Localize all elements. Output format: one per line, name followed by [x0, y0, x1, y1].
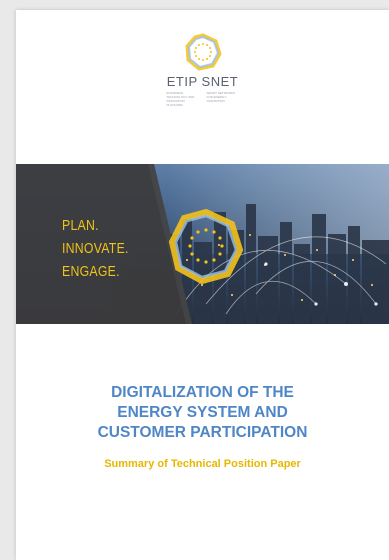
- slogan-line-engage: ENGAGE.: [62, 263, 120, 280]
- logo-subtitle-left: EUROPEAN TECHNOLOGY AND INNOVATION PLATF…: [166, 91, 195, 107]
- etip-snet-logo: ETIP SNET EUROPEAN TECHNOLOGY AND INNOVA…: [16, 32, 389, 107]
- logo-subtitle-right: SMART NETWORKS FOR ENERGY TRANSITION: [206, 91, 236, 103]
- cityscape-banner: PLAN. INNOVATE. ENGAGE.: [16, 164, 389, 324]
- document-subtitle: Summary of Technical Position Paper: [104, 458, 301, 470]
- banner-slogan: PLAN. INNOVATE. ENGAGE.: [62, 214, 143, 283]
- logo-subtitles: EUROPEAN TECHNOLOGY AND INNOVATION PLATF…: [16, 91, 389, 107]
- slogan-line-innovate: INNOVATE.: [62, 240, 129, 257]
- logo-ring-icon: [184, 33, 222, 71]
- title-line-1: DIGITALIZATION OF THE: [111, 384, 294, 401]
- slogan-line-plan: PLAN.: [62, 217, 99, 234]
- logo-name: ETIP SNET: [166, 74, 239, 89]
- title-line-2: ENERGY SYSTEM AND: [117, 404, 288, 421]
- title-line-3: CUSTOMER PARTICIPATION: [97, 424, 308, 441]
- document-title: DIGITALIZATION OF THE ENERGY SYSTEM AND …: [16, 383, 389, 443]
- document-page: ETIP SNET EUROPEAN TECHNOLOGY AND INNOVA…: [16, 10, 389, 560]
